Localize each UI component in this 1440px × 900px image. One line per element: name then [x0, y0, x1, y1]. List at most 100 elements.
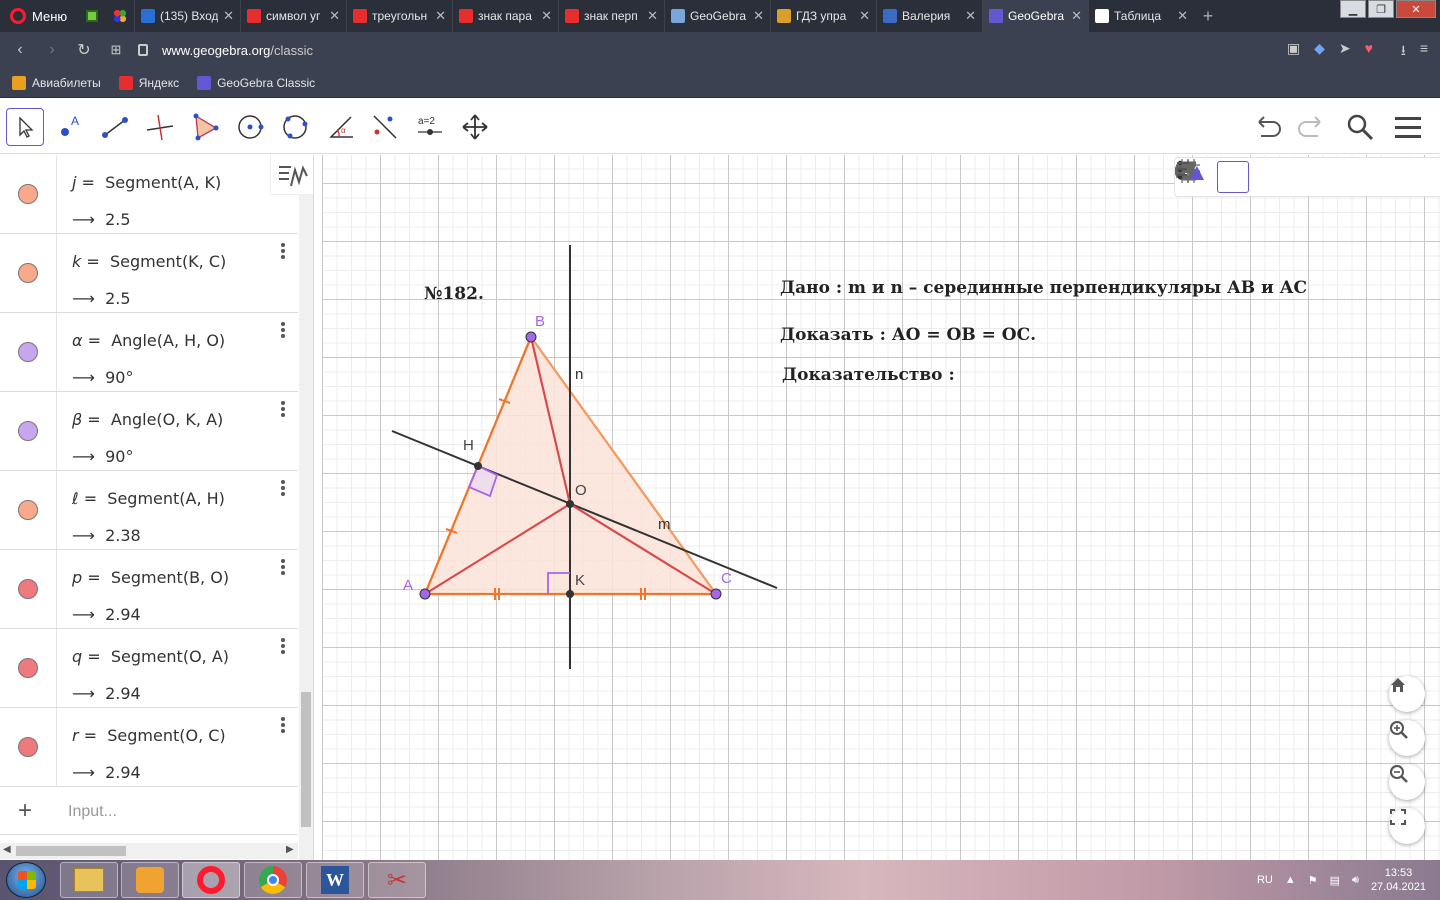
volume-icon[interactable]: 🔊︎	[1352, 874, 1359, 887]
algebra-input-row[interactable]: + Input...	[0, 789, 298, 835]
camera-icon[interactable]: ▣	[1287, 40, 1300, 64]
language-indicator[interactable]: RU	[1257, 874, 1273, 886]
visibility-dot-icon[interactable]	[18, 658, 38, 678]
pinned-tab-1[interactable]	[78, 0, 106, 32]
visibility-dot-icon[interactable]	[18, 421, 38, 441]
algebra-definition[interactable]: k = Segment(K, C)	[72, 252, 226, 271]
close-tab-icon[interactable]: ✕	[329, 8, 340, 24]
heart-icon[interactable]: ♥	[1365, 40, 1373, 64]
close-tab-icon[interactable]: ✕	[1071, 8, 1082, 24]
visibility-toggle[interactable]	[0, 392, 57, 470]
visibility-dot-icon[interactable]	[18, 579, 38, 599]
visibility-dot-icon[interactable]	[18, 263, 38, 283]
segment-tool-button[interactable]	[96, 108, 134, 146]
close-tab-icon[interactable]: ✕	[435, 8, 446, 24]
row-menu-button[interactable]	[280, 716, 286, 736]
graphics-style-toggle-button[interactable]	[1177, 161, 1437, 193]
visibility-dot-icon[interactable]	[18, 737, 38, 757]
point-c[interactable]	[710, 588, 722, 600]
close-tab-icon[interactable]: ✕	[647, 8, 658, 24]
browser-tab[interactable]: знак пара ✕	[452, 0, 558, 32]
visibility-toggle[interactable]	[0, 708, 57, 786]
move-tool-button[interactable]	[6, 108, 44, 146]
scroll-left-arrow-icon[interactable]: ◀	[3, 844, 11, 855]
algebra-input-field[interactable]: Input...	[68, 803, 117, 821]
algebra-definition[interactable]: q = Segment(O, A)	[72, 647, 229, 666]
point-o[interactable]	[566, 500, 574, 508]
circle-three-points-tool-button[interactable]	[276, 108, 314, 146]
reflect-tool-button[interactable]	[366, 108, 404, 146]
zoom-in-button[interactable]	[1389, 720, 1425, 756]
taskbar-opera[interactable]	[182, 862, 240, 898]
browser-tab[interactable]: треугольн ✕	[346, 0, 452, 32]
zoom-out-button[interactable]	[1389, 764, 1425, 800]
browser-tab[interactable]: Таблица ✕	[1088, 0, 1194, 32]
taskbar-media-player[interactable]	[121, 862, 179, 898]
plus-icon[interactable]: +	[18, 797, 32, 825]
algebra-row[interactable]: q = Segment(O, A) ⟶ 2.94	[0, 629, 298, 708]
send-icon[interactable]: ➤	[1339, 40, 1351, 64]
toggle-grid-button[interactable]	[1176, 159, 1249, 193]
algebra-row[interactable]: p = Segment(B, O) ⟶ 2.94	[0, 550, 298, 629]
row-menu-button[interactable]	[280, 400, 286, 420]
construction-canvas[interactable]	[322, 155, 1440, 860]
point-capturing-button[interactable]	[1175, 161, 1321, 193]
bookmark-item[interactable]: Авиабилеты	[12, 75, 101, 90]
browser-tab[interactable]: символ уг ✕	[240, 0, 346, 32]
browser-tab[interactable]: GeoGebra ✕	[982, 0, 1088, 32]
clock[interactable]: 13:53 27.04.2021	[1371, 866, 1426, 894]
row-menu-button[interactable]	[280, 479, 286, 499]
algebra-style-button[interactable]	[270, 155, 313, 195]
new-tab-button[interactable]: +	[1194, 0, 1222, 32]
visibility-dot-icon[interactable]	[18, 500, 38, 520]
visibility-toggle[interactable]	[0, 234, 57, 312]
network-icon[interactable]: ▤	[1330, 874, 1340, 887]
visibility-toggle[interactable]	[0, 629, 57, 707]
row-menu-button[interactable]	[280, 242, 286, 262]
close-tab-icon[interactable]: ✕	[1177, 8, 1188, 24]
main-menu-button[interactable]	[1391, 110, 1425, 144]
visibility-toggle[interactable]	[0, 550, 57, 628]
scroll-thumb[interactable]	[301, 692, 311, 827]
visibility-dot-icon[interactable]	[18, 342, 38, 362]
search-button[interactable]	[1343, 110, 1377, 144]
scroll-thumb[interactable]	[16, 846, 126, 856]
algebra-definition[interactable]: α = Angle(A, H, O)	[72, 331, 225, 350]
browser-tab[interactable]: ГДЗ упра ✕	[770, 0, 876, 32]
graphics-settings-button[interactable]	[1178, 161, 1357, 193]
browser-tab[interactable]: знак перп ✕	[558, 0, 664, 32]
taskbar-snipping-tool[interactable]: ✂	[368, 862, 426, 898]
maximize-button[interactable]: ❐	[1368, 0, 1394, 18]
pinned-tab-2[interactable]	[106, 0, 134, 32]
start-button[interactable]	[6, 862, 46, 898]
close-tab-icon[interactable]: ✕	[753, 8, 764, 24]
opera-menu-button[interactable]: Меню	[0, 0, 78, 32]
download-icon[interactable]: ⭳	[1401, 40, 1406, 64]
browser-tab[interactable]: (135) Входя ✕	[134, 0, 240, 32]
row-menu-button[interactable]	[280, 637, 286, 657]
point-b[interactable]	[525, 331, 537, 343]
visibility-toggle[interactable]	[0, 155, 57, 233]
algebra-horizontal-scrollbar[interactable]: ◀ ▶	[0, 843, 298, 859]
browser-tab[interactable]: GeoGebra ✕	[664, 0, 770, 32]
algebra-definition[interactable]: j = Segment(A, K)	[72, 173, 221, 192]
algebra-definition[interactable]: r = Segment(O, C)	[72, 726, 226, 745]
circle-tool-button[interactable]	[231, 108, 269, 146]
url-field[interactable]: www.geogebra.org/classic	[162, 43, 313, 58]
close-window-button[interactable]: ✕	[1396, 0, 1436, 18]
point-a[interactable]	[419, 588, 431, 600]
point-k[interactable]	[566, 590, 574, 598]
algebra-definition[interactable]: p = Segment(B, O)	[72, 568, 229, 587]
standard-view-button[interactable]	[1178, 161, 1285, 193]
proof-text[interactable]: Доказательство :	[782, 365, 955, 385]
visibility-toggle[interactable]	[0, 471, 57, 549]
algebra-vertical-scrollbar[interactable]	[299, 155, 313, 860]
algebra-definition[interactable]: ℓ = Segment(A, H)	[72, 489, 225, 508]
move-graphics-tool-button[interactable]	[456, 108, 494, 146]
algebra-row[interactable]: α = Angle(A, H, O) ⟶ 90°	[0, 313, 298, 392]
visibility-toggle[interactable]	[0, 313, 57, 391]
flag-icon[interactable]: ⚑	[1308, 874, 1318, 887]
browser-tab[interactable]: Валерия ✕	[876, 0, 982, 32]
prove-text[interactable]: Доказать : АО = ОВ = ОС.	[780, 325, 1036, 345]
minimize-button[interactable]: ▁	[1340, 0, 1366, 18]
